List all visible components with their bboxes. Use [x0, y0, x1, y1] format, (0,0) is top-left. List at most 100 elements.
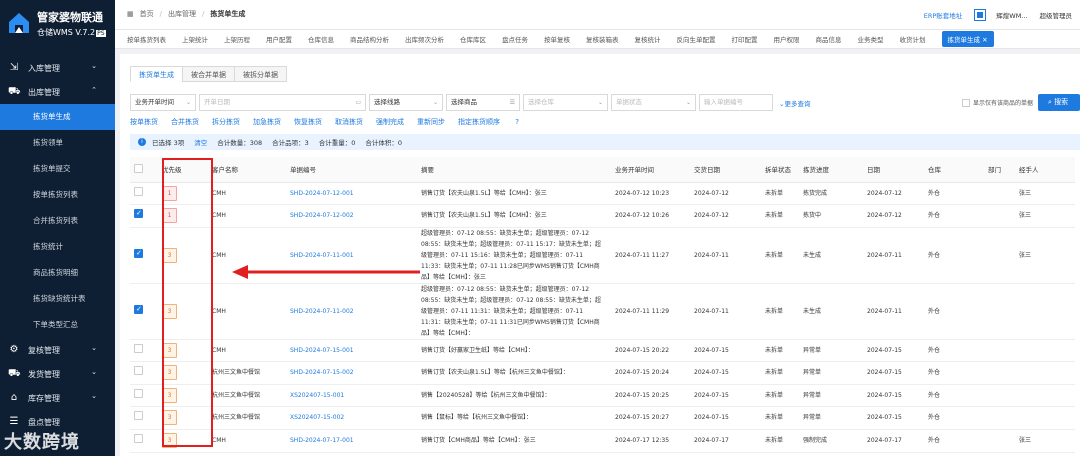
header-warehouse[interactable]: 仓库 [924, 157, 984, 183]
menu-group-inbound[interactable]: ⇲ 入库管理 ⌄ [0, 56, 115, 80]
select-checkbox[interactable] [130, 204, 158, 228]
sidebar-item-pick-stats[interactable]: 拣货统计 [0, 234, 115, 260]
tab-business-type[interactable]: 业务类型 [858, 34, 884, 44]
select-checkbox[interactable] [130, 227, 158, 284]
sidebar-item-pick-generate[interactable]: 拣货单生成 [0, 104, 115, 130]
search-button[interactable]: ⌕ 搜索 [1038, 94, 1080, 111]
clear-selection-link[interactable]: 清空 [194, 137, 207, 147]
sidebar-item-pick-shortage-stats[interactable]: 拣货缺货统计表 [0, 286, 115, 312]
resync-button[interactable]: 重新同步 [417, 117, 445, 127]
tab-goods-structure[interactable]: 商品结构分析 [350, 34, 389, 44]
sidebar-item-pick-receive[interactable]: 拣货领单 [0, 130, 115, 156]
table-row[interactable]: 3 杭州三文鱼中餐馆 SHD-2024-07-15-002 销售订货【农夫山泉1.5L… [130, 361, 1075, 385]
header-progress[interactable]: 拣货进度 [799, 157, 863, 183]
cancel-pick-button[interactable]: 取消拣货 [335, 117, 363, 127]
bill-no-link[interactable]: SHD-2024-07-12-002 [286, 204, 417, 228]
merge-pick-button[interactable]: 合并拣货 [171, 117, 199, 127]
tab-putaway-history[interactable]: 上架历程 [224, 34, 250, 44]
row-checkbox[interactable] [134, 434, 143, 443]
tab-order-pick-list[interactable]: 按单拣货列表 [127, 34, 166, 44]
sidebar-item-order-type-summary[interactable]: 下单类型汇总 [0, 312, 115, 338]
more-query-link[interactable]: ⌄更多查询 [779, 98, 810, 108]
header-summary[interactable]: 摘要 [417, 157, 611, 183]
table-row[interactable]: 3 杭州三文鱼中餐馆 XS202407-15-001 销售【20240528】等给【杭… [130, 384, 1075, 407]
header-dept[interactable]: 部门 [984, 157, 1015, 183]
force-complete-button[interactable]: 强制完成 [376, 117, 404, 127]
sidebar-item-goods-pick-detail[interactable]: 商品拣货明细 [0, 260, 115, 286]
bill-no-input[interactable]: 输入单据编号 [699, 94, 773, 111]
warehouse-select[interactable]: 选择仓库 ⌄ [523, 94, 608, 111]
pick-order-button[interactable]: 指定拣货顺序 ? [458, 117, 532, 127]
row-checkbox[interactable] [134, 186, 143, 196]
user-role[interactable]: 超级管理员 [1040, 10, 1073, 20]
select-checkbox[interactable] [130, 339, 158, 362]
tab-user-config[interactable]: 用户配置 [266, 34, 292, 44]
select-checkbox[interactable] [130, 384, 158, 407]
subtab-merged-bills[interactable]: 被合并单据 [182, 66, 235, 82]
tab-print-config[interactable]: 打印配置 [732, 34, 758, 44]
bill-no-link[interactable]: SHD-2024-07-17-001 [286, 429, 417, 453]
table-row[interactable]: 3 CMH SHD-2024-07-17-001 销售订货【CMH商品】等给【CMH】… [130, 429, 1075, 453]
status-select[interactable]: 单据状态 ⌄ [611, 94, 696, 111]
row-checkbox[interactable] [134, 343, 143, 353]
table-row[interactable]: 3 CMH SHD-2024-07-15-001 销售订货【好赢家卫生纸】等给【CMH… [130, 339, 1075, 362]
user-name[interactable]: 辉煌WM... [996, 10, 1027, 20]
bill-no-link[interactable]: SHD-2024-07-12-001 [286, 182, 417, 205]
subtab-pick-generate[interactable]: 拣货单生成 [130, 66, 183, 82]
subtab-split-bills[interactable]: 被拆分单据 [234, 66, 287, 82]
tab-user-permission[interactable]: 用户权限 [774, 34, 800, 44]
route-select[interactable]: 选择线路 ⌄ [369, 94, 443, 111]
header-select[interactable] [130, 157, 158, 183]
tab-reverse-order-config[interactable]: 反向生单配置 [677, 34, 716, 44]
select-checkbox[interactable] [130, 429, 158, 453]
select-checkbox[interactable] [130, 182, 158, 205]
menu-group-stock[interactable]: ⌂ 库存管理 ⌄ [0, 386, 115, 410]
table-row[interactable]: 3CMHSHD-2024-07-11-002超级管理员：07-12 08:55：… [130, 283, 1075, 340]
restore-pick-button[interactable]: 恢复拣货 [294, 117, 322, 127]
row-checkbox[interactable] [134, 248, 143, 259]
header-bill-no[interactable]: 单据编号 [286, 157, 417, 183]
tab-putaway-stats[interactable]: 上架统计 [182, 34, 208, 44]
menu-group-shipping[interactable]: ⛟ 发货管理 ⌄ [0, 362, 115, 386]
menu-group-review[interactable]: ⚙ 复核管理 ⌄ [0, 338, 115, 362]
erp-link[interactable]: ERP账套地址 [924, 10, 963, 20]
select-all-checkbox[interactable] [134, 163, 143, 173]
date-picker[interactable]: 开单日期 ▭ [199, 94, 366, 111]
qr-code-icon[interactable] [974, 9, 987, 21]
tab-warehouse-area[interactable]: 仓库库区 [460, 34, 486, 44]
select-checkbox[interactable] [130, 406, 158, 430]
sidebar-item-order-pick-list[interactable]: 按单拣货列表 [0, 182, 115, 208]
menu-group-outbound[interactable]: ⛟ 出库管理 ⌃ [0, 80, 115, 104]
bill-no-link[interactable]: XS202407-15-001 [286, 384, 417, 407]
bill-no-link[interactable]: SHD-2024-07-15-002 [286, 361, 417, 385]
home-icon[interactable]: ▦ [127, 10, 134, 18]
tab-pick-generate[interactable]: 拣货单生成 ✕ [941, 31, 994, 47]
tab-goods-info[interactable]: 商品信息 [816, 34, 842, 44]
time-type-select[interactable]: 业务开单时间 ⌄ [130, 94, 196, 111]
sidebar-item-merge-pick-list[interactable]: 合并拣货列表 [0, 208, 115, 234]
tab-inventory-task[interactable]: 盘点任务 [502, 34, 528, 44]
select-checkbox[interactable] [130, 283, 158, 340]
row-checkbox[interactable] [134, 208, 143, 219]
split-pick-button[interactable]: 拆分拣货 [212, 117, 240, 127]
table-row[interactable]: 3 杭州三文鱼中餐馆 XS202407-15-002 销售【鼠标】等给【杭州三文鱼中餐… [130, 406, 1075, 430]
sidebar-item-pick-submit[interactable]: 拣货单提交 [0, 156, 115, 182]
bill-no-link[interactable]: SHD-2024-07-11-002 [286, 283, 417, 340]
tab-review-stats[interactable]: 复核统计 [635, 34, 661, 44]
header-customer[interactable]: 客户名称 [208, 157, 286, 183]
show-only-checkbox[interactable]: 显示仅有该商品的单据 [962, 98, 1033, 107]
bill-no-link[interactable]: SHD-2024-07-15-001 [286, 339, 417, 362]
table-row[interactable]: 1CMHSHD-2024-07-12-002销售订货【农夫山泉1.5L】等给【C… [130, 204, 1075, 228]
tab-review-packing[interactable]: 复核装箱表 [586, 34, 619, 44]
bill-no-link[interactable]: XS202407-15-002 [286, 406, 417, 430]
goods-select[interactable]: 选择商品 ☰ [446, 94, 520, 111]
row-checkbox[interactable] [134, 388, 143, 398]
row-checkbox[interactable] [134, 304, 143, 315]
tab-warehouse-info[interactable]: 仓库信息 [308, 34, 334, 44]
order-pick-button[interactable]: 按单拣货 [130, 117, 158, 127]
header-handler[interactable]: 经手人 [1015, 157, 1075, 183]
breadcrumb-home[interactable]: 首页 [140, 9, 154, 19]
tab-outbound-frequency[interactable]: 出库频次分析 [405, 34, 444, 44]
breadcrumb-parent[interactable]: 出库管理 [168, 9, 196, 19]
tab-receive-plan[interactable]: 收货计划 [900, 34, 926, 44]
